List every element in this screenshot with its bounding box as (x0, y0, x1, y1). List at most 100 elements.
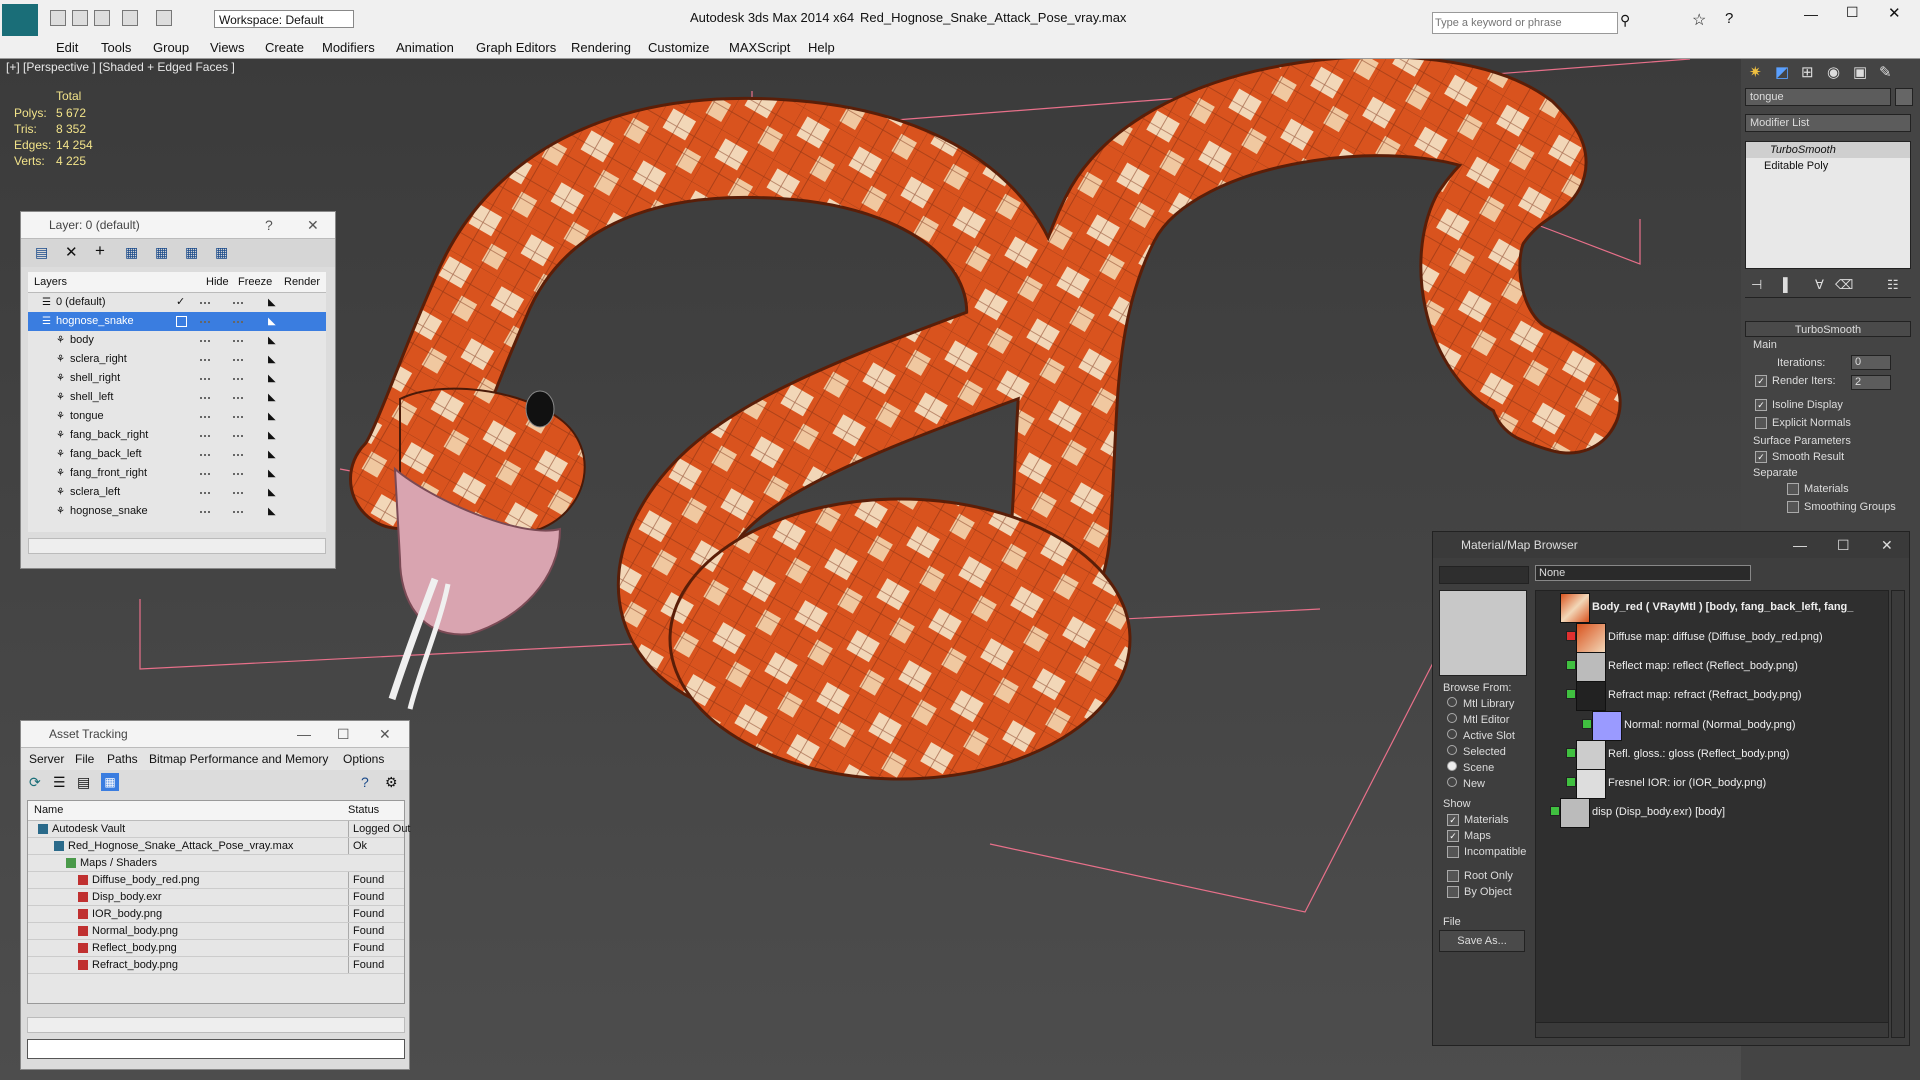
menu-edit[interactable]: Edit (56, 40, 78, 55)
root-only-checkbox[interactable] (1447, 870, 1459, 883)
make-unique-icon[interactable]: ∀ (1815, 277, 1824, 293)
display-tab-icon[interactable]: ▣ (1853, 63, 1867, 81)
smooth-result-checkbox[interactable]: ✓ (1755, 451, 1767, 464)
hide-all-icon[interactable]: ▦ (215, 244, 228, 261)
hide-toggle[interactable] (200, 492, 210, 494)
material-thumbnail[interactable] (1560, 593, 1590, 623)
layer-tool-icon[interactable]: ▤ (35, 244, 48, 261)
show-checkbox[interactable] (1447, 846, 1459, 859)
asset-panel-titlebar[interactable]: Asset Tracking — ☐ ✕ (21, 721, 409, 748)
stack-item-editable-poly[interactable]: Editable Poly (1746, 158, 1910, 174)
undo-icon[interactable] (122, 10, 138, 26)
search-input[interactable] (1432, 12, 1618, 34)
hide-toggle[interactable] (200, 340, 210, 342)
menu-customize[interactable]: Customize (648, 40, 709, 55)
mmb-filter-field[interactable] (1439, 566, 1529, 584)
asset-menu-server[interactable]: Server (29, 748, 64, 770)
asset-menu-paths[interactable]: Paths (107, 748, 138, 770)
remove-modifier-icon[interactable]: ⌫ (1835, 277, 1853, 293)
grid-view-icon[interactable]: ▦ (101, 773, 119, 791)
workspace-dropdown[interactable]: Workspace: Default (214, 10, 354, 28)
show-option[interactable]: Incompatible (1447, 844, 1526, 860)
layer-panel-titlebar[interactable]: Layer: 0 (default) ? ✕ (21, 212, 335, 239)
layer-object-row[interactable]: ⚘ fang_back_left ◣ (28, 445, 326, 464)
modifier-list-dropdown[interactable]: Modifier List (1745, 114, 1911, 132)
mmb-titlebar[interactable]: Material/Map Browser — ☐ ✕ (1433, 532, 1909, 558)
col-layers[interactable]: Layers (34, 272, 67, 292)
hide-toggle[interactable] (200, 359, 210, 361)
freeze-toggle[interactable] (233, 454, 243, 456)
turbosmooth-rollout-header[interactable]: TurboSmooth (1745, 321, 1911, 337)
horizontal-scrollbar[interactable] (28, 538, 326, 554)
refract-thumbnail[interactable] (1576, 681, 1606, 711)
disp-thumbnail[interactable] (1560, 798, 1590, 828)
show-end-result-icon[interactable]: ▌ (1783, 277, 1792, 292)
asset-row[interactable]: Maps / Shaders (28, 855, 404, 872)
vertical-scrollbar[interactable] (1891, 590, 1905, 1038)
freeze-toggle[interactable] (233, 321, 243, 323)
ior-thumbnail[interactable] (1576, 769, 1606, 799)
close-button[interactable]: ✕ (307, 212, 319, 238)
explicit-normals-checkbox[interactable] (1755, 417, 1767, 430)
refresh-icon[interactable]: ⟳ (29, 774, 41, 791)
redo-icon[interactable] (156, 10, 172, 26)
layer-row[interactable]: ☰ hognose_snake ◣ (28, 312, 326, 331)
hide-toggle[interactable] (200, 321, 210, 323)
radio-button[interactable] (1447, 713, 1457, 723)
freeze-toggle[interactable] (233, 359, 243, 361)
layer-object-row[interactable]: ⚘ fang_front_right ◣ (28, 464, 326, 483)
layer-object-row[interactable]: ⚘ shell_left ◣ (28, 388, 326, 407)
highlight-icon[interactable]: ▦ (185, 244, 198, 261)
show-checkbox[interactable]: ✓ (1447, 814, 1459, 827)
menu-modifiers[interactable]: Modifiers (322, 40, 375, 55)
asset-row[interactable]: Reflect_body.png Found (28, 940, 404, 957)
hierarchy-tab-icon[interactable]: ⊞ (1801, 63, 1814, 81)
add-icon[interactable]: + (95, 241, 105, 261)
save-file-icon[interactable] (94, 10, 110, 26)
render-toggle-icon[interactable]: ◣ (268, 331, 276, 350)
menu-create[interactable]: Create (265, 40, 304, 55)
delete-icon[interactable]: ✕ (65, 243, 78, 261)
maximize-button[interactable]: ☐ (1846, 4, 1859, 21)
freeze-toggle[interactable] (233, 435, 243, 437)
reflect-thumbnail[interactable] (1576, 652, 1606, 682)
asset-row[interactable]: Normal_body.png Found (28, 923, 404, 940)
radio-button[interactable] (1447, 777, 1457, 787)
open-file-icon[interactable] (72, 10, 88, 26)
menu-maxscript[interactable]: MAXScript (729, 40, 790, 55)
minimize-button[interactable]: — (1793, 532, 1807, 558)
layer-object-row[interactable]: ⚘ tongue ◣ (28, 407, 326, 426)
configure-sets-icon[interactable]: ☷ (1887, 277, 1899, 293)
browse-option[interactable]: New (1447, 776, 1515, 792)
object-name-field[interactable]: tongue (1745, 88, 1891, 106)
render-iters-spinner[interactable]: 2 (1851, 375, 1891, 390)
asset-row[interactable]: Disp_body.exr Found (28, 889, 404, 906)
browse-option[interactable]: Mtl Editor (1447, 712, 1515, 728)
table-icon[interactable]: ▤ (77, 774, 90, 791)
col-freeze[interactable]: Freeze (238, 272, 272, 292)
layer-object-row[interactable]: ⚘ sclera_left ◣ (28, 483, 326, 502)
render-toggle-icon[interactable]: ◣ (268, 350, 276, 369)
hide-toggle[interactable] (200, 473, 210, 475)
menu-tools[interactable]: Tools (101, 40, 131, 55)
asset-row[interactable]: Autodesk Vault Logged Out (28, 821, 411, 838)
tree-ior-map[interactable]: Fresnel IOR: ior (IOR_body.png) (1608, 777, 1766, 789)
col-name[interactable]: Name (34, 801, 63, 820)
maximize-button[interactable]: ☐ (1837, 532, 1850, 558)
smoothing-groups-checkbox[interactable] (1787, 501, 1799, 514)
layer-object-row[interactable]: ⚘ sclera_right ◣ (28, 350, 326, 369)
col-status[interactable]: Status (348, 801, 379, 820)
new-file-icon[interactable] (50, 10, 66, 26)
settings-gear-icon[interactable]: ⚙ (385, 774, 398, 791)
pin-stack-icon[interactable]: ⊣ (1751, 277, 1762, 293)
motion-tab-icon[interactable]: ◉ (1827, 63, 1840, 81)
list-icon[interactable]: ☰ (53, 774, 66, 791)
tree-diffuse-map[interactable]: Diffuse map: diffuse (Diffuse_body_red.p… (1608, 631, 1823, 643)
layer-object-row[interactable]: ⚘ hognose_snake ◣ (28, 502, 326, 521)
layer-object-row[interactable]: ⚘ body ◣ (28, 331, 326, 350)
render-toggle-icon[interactable]: ◣ (268, 388, 276, 407)
tree-disp-map[interactable]: disp (Disp_body.exr) [body] (1592, 806, 1725, 818)
browse-option[interactable]: Scene (1447, 760, 1515, 776)
object-color-swatch[interactable] (1895, 88, 1913, 106)
close-button[interactable]: ✕ (1888, 4, 1901, 22)
